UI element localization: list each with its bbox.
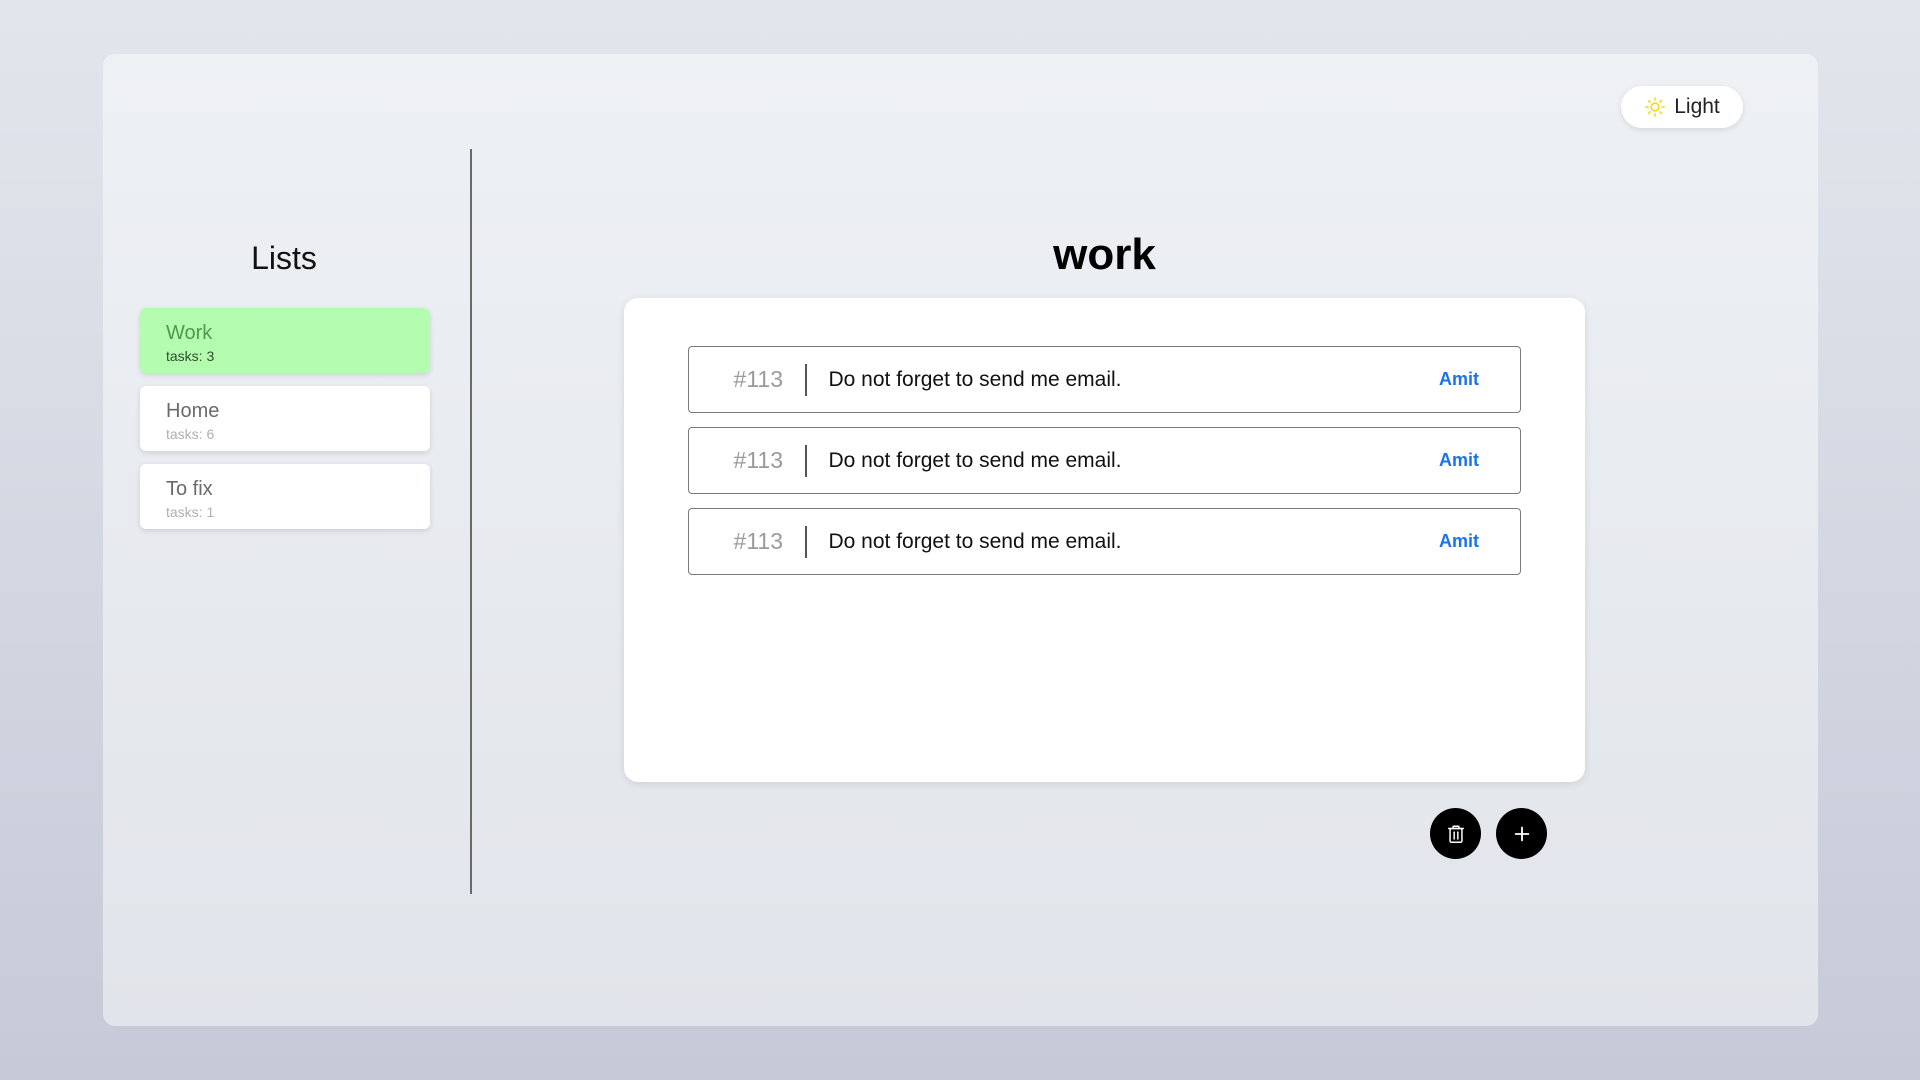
list-item-task-count: tasks: 1: [166, 504, 215, 520]
list-item-home[interactable]: Home tasks: 6: [140, 386, 430, 451]
page-title: work: [1053, 230, 1156, 279]
sun-icon: [1645, 97, 1666, 117]
task-row[interactable]: #113 Do not forget to send me email. Ami…: [688, 346, 1521, 413]
list-item-to-fix[interactable]: To fix tasks: 1: [140, 464, 430, 529]
list-item-name: To fix: [166, 478, 213, 500]
task-id: #113: [733, 528, 783, 554]
list-item-name: Home: [166, 400, 220, 422]
list-item-work[interactable]: Work tasks: 3: [140, 308, 430, 373]
task-text: Do not forget to send me email.: [828, 367, 1122, 391]
task-text: Do not forget to send me email.: [828, 448, 1122, 472]
task-text: Do not forget to send me email.: [828, 529, 1122, 553]
task-id: #113: [733, 447, 783, 473]
task-assignee-link[interactable]: Amit: [1410, 369, 1520, 390]
task-assignee-link[interactable]: Amit: [1410, 450, 1520, 471]
add-task-button[interactable]: [1496, 808, 1547, 859]
list-items: Work tasks: 3 Home tasks: 6 To fix tasks…: [140, 308, 430, 542]
list-item-task-count: tasks: 3: [166, 348, 215, 364]
task-assignee-link[interactable]: Amit: [1410, 531, 1520, 552]
plus-icon: [1514, 826, 1529, 841]
sidebar-title: Lists: [251, 240, 317, 276]
trash-icon: [1447, 824, 1464, 843]
task-panel: #113 Do not forget to send me email. Ami…: [624, 298, 1585, 782]
delete-button[interactable]: [1430, 808, 1481, 859]
sidebar-divider: [470, 149, 472, 894]
list-item-name: Work: [166, 322, 213, 344]
task-id: #113: [733, 366, 783, 392]
theme-toggle-label: Light: [1674, 95, 1720, 118]
app-window: Light Lists Work tasks: 3 Home tasks: 6 …: [103, 54, 1818, 1026]
task-row[interactable]: #113 Do not forget to send me email. Ami…: [688, 427, 1521, 494]
task-row[interactable]: #113 Do not forget to send me email. Ami…: [688, 508, 1521, 575]
list-item-task-count: tasks: 6: [166, 426, 215, 442]
theme-toggle-button[interactable]: Light: [1621, 86, 1743, 128]
